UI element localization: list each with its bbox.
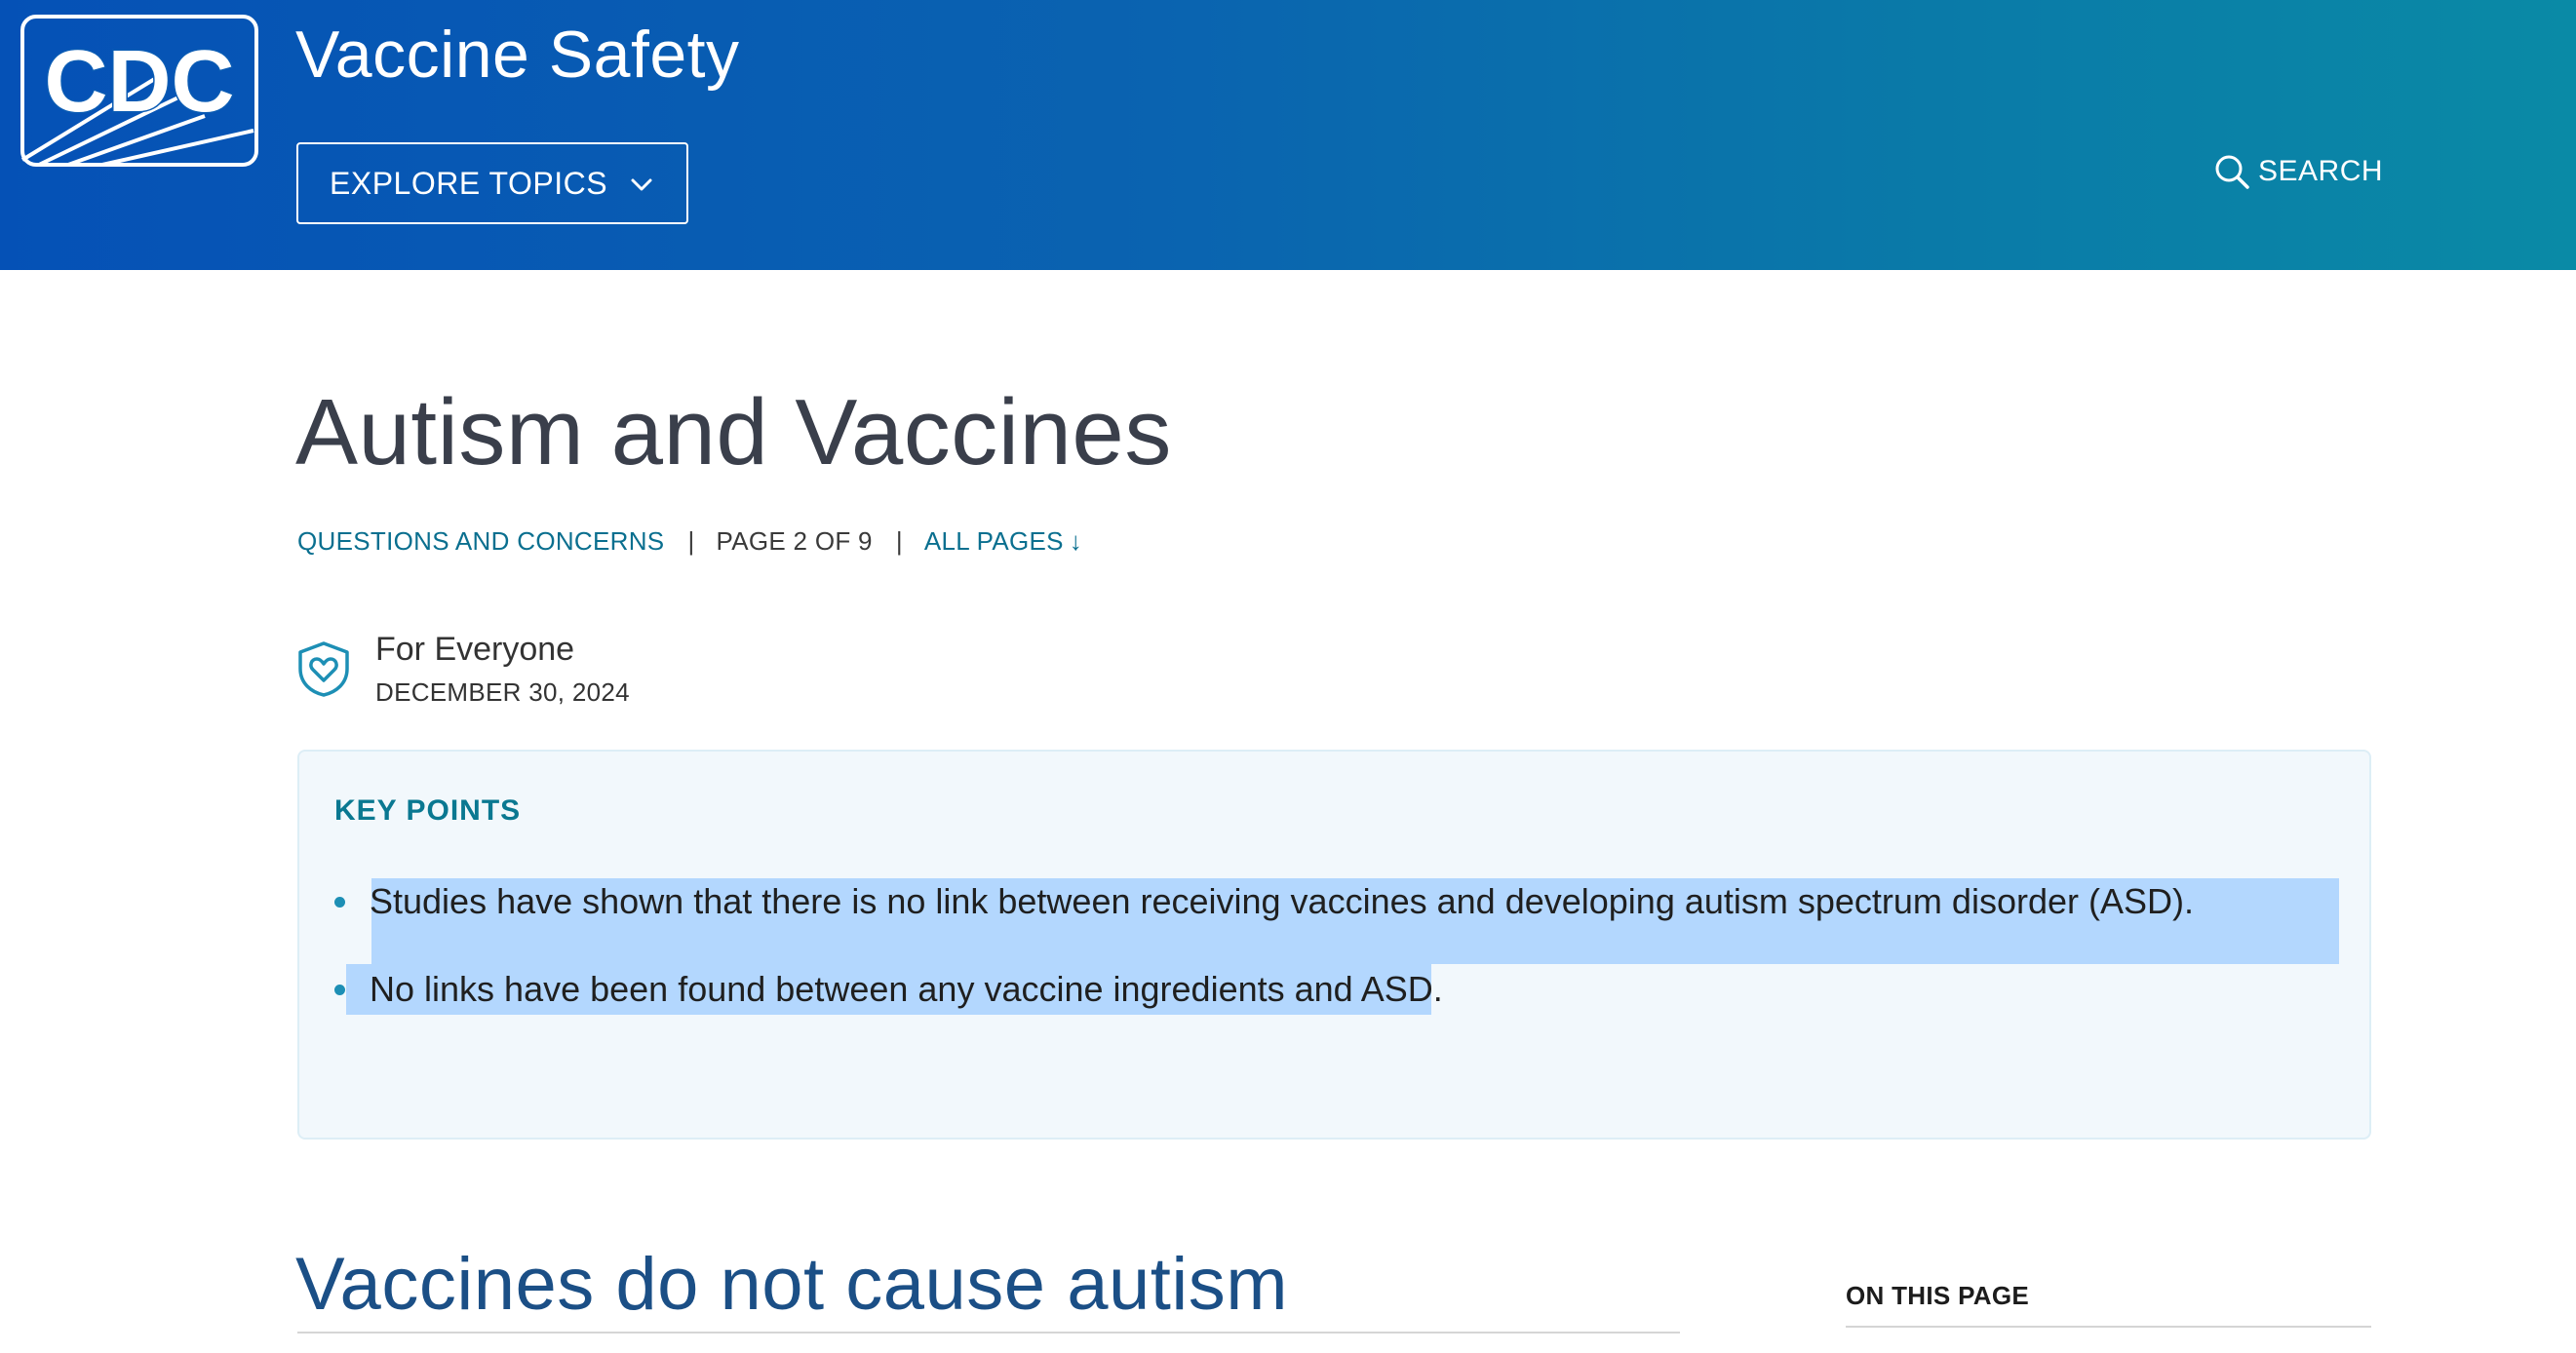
breadcrumb-parent-link[interactable]: QUESTIONS AND CONCERNS bbox=[297, 526, 664, 557]
page-count: PAGE 2 OF 9 bbox=[716, 525, 873, 556]
publish-date: DECEMBER 30, 2024 bbox=[375, 677, 630, 707]
all-pages-link[interactable]: ALL PAGES ↓ bbox=[924, 526, 1082, 557]
chevron-down-icon bbox=[631, 178, 652, 191]
key-point-text: Studies have shown that there is no link… bbox=[370, 881, 2194, 921]
logo-text: CDC bbox=[45, 33, 235, 131]
section-heading: Vaccines do not cause autism bbox=[295, 1243, 1289, 1326]
section-divider bbox=[297, 1332, 1680, 1334]
arrow-down-icon: ↓ bbox=[1069, 525, 1083, 556]
key-points-box: KEY POINTS Studies have shown that there… bbox=[297, 750, 2371, 1140]
explore-topics-button[interactable]: EXPLORE TOPICS bbox=[296, 142, 688, 224]
breadcrumb-separator: | bbox=[895, 525, 903, 556]
explore-topics-label: EXPLORE TOPICS bbox=[330, 165, 608, 201]
search-label: SEARCH bbox=[2258, 155, 2384, 187]
key-point-text: No links have been found between any vac… bbox=[370, 969, 1443, 1009]
key-points-title: KEY POINTS bbox=[334, 794, 522, 827]
search-icon bbox=[2215, 155, 2249, 189]
on-this-page-divider bbox=[1846, 1326, 2371, 1328]
key-point-item: No links have been found between any vac… bbox=[334, 968, 1443, 1011]
audience-label: For Everyone bbox=[375, 631, 575, 668]
page-title: Autism and Vaccines bbox=[295, 380, 1172, 484]
breadcrumb: QUESTIONS AND CONCERNS | PAGE 2 OF 9 | A… bbox=[297, 522, 1082, 561]
all-pages-label: ALL PAGES bbox=[923, 525, 1064, 556]
on-this-page-title: ON THIS PAGE bbox=[1846, 1281, 2030, 1310]
bullet-icon bbox=[334, 984, 345, 995]
site-header: CDC Vaccine Safety EXPLORE TOPICS SEARCH bbox=[0, 0, 2576, 270]
key-point-item: Studies have shown that there is no link… bbox=[334, 880, 2194, 923]
breadcrumb-separator: | bbox=[687, 525, 695, 556]
search-button[interactable]: SEARCH bbox=[2213, 150, 2383, 193]
cdc-logo[interactable]: CDC bbox=[20, 14, 259, 168]
bullet-icon bbox=[334, 896, 345, 908]
site-title[interactable]: Vaccine Safety bbox=[295, 14, 740, 96]
shield-heart-icon bbox=[298, 641, 349, 697]
